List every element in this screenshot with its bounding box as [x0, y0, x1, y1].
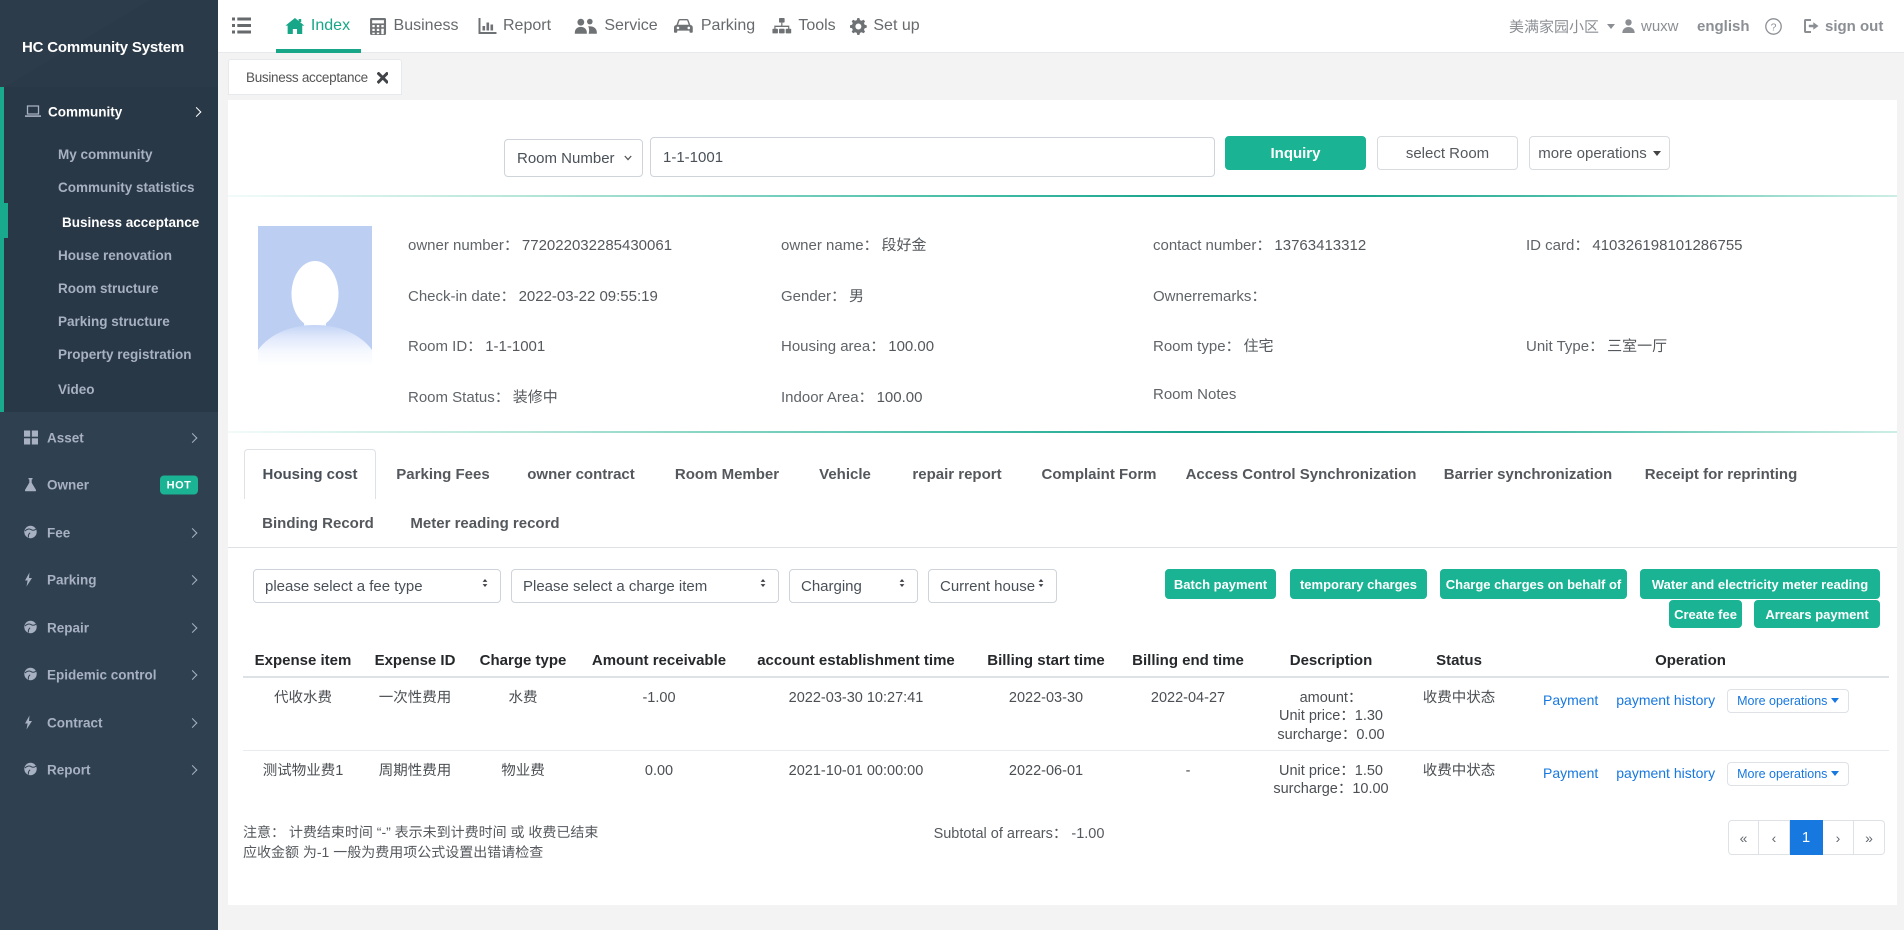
svg-text:?: ? [1771, 21, 1777, 33]
